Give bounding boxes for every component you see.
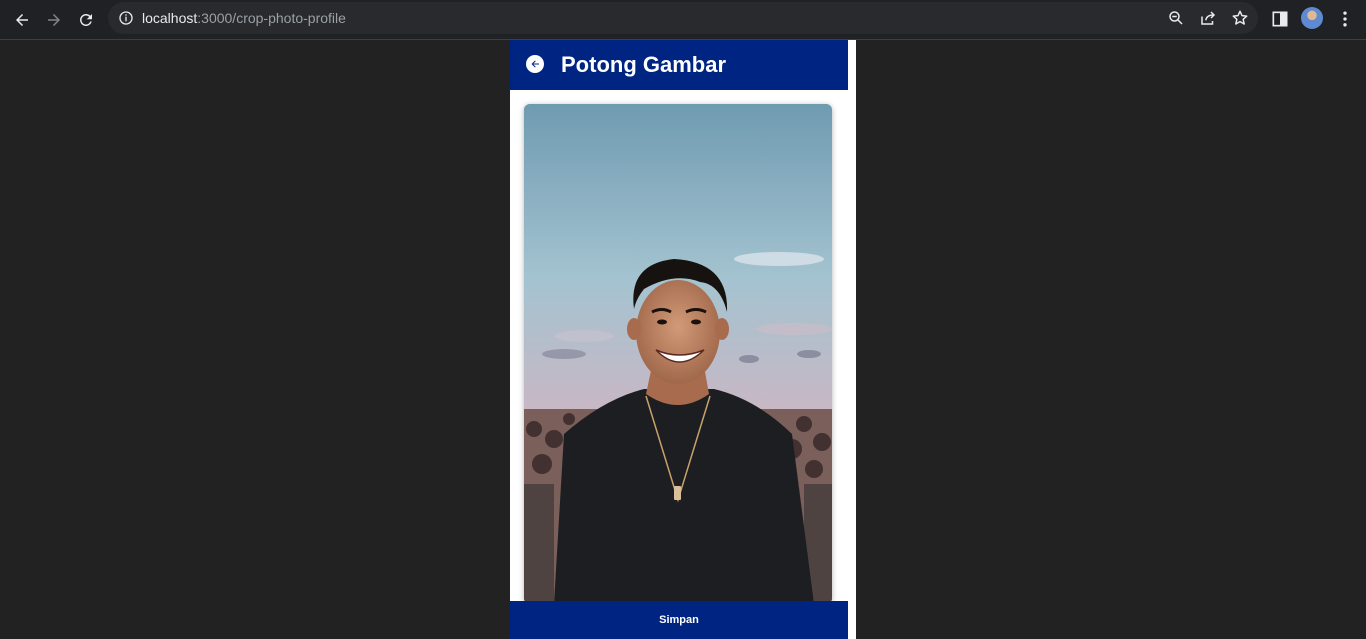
side-panel-icon[interactable] xyxy=(1270,9,1290,29)
save-button-label: Simpan xyxy=(659,614,699,626)
share-icon[interactable] xyxy=(1199,9,1217,27)
page-header: Potong Gambar xyxy=(510,40,848,90)
url-host: localhost xyxy=(142,10,198,26)
page-title: Potong Gambar xyxy=(561,52,727,77)
back-button[interactable] xyxy=(526,55,544,73)
app-container: Potong Gambar Simpan xyxy=(510,40,856,639)
reload-icon[interactable] xyxy=(72,6,100,34)
more-menu-icon[interactable] xyxy=(1335,9,1355,29)
scrollbar-track[interactable] xyxy=(848,40,856,639)
url-path: :3000/crop-photo-profile xyxy=(197,10,346,26)
profile-photo xyxy=(524,104,832,604)
site-info-icon[interactable] xyxy=(118,10,134,26)
back-arrow-icon[interactable] xyxy=(8,6,36,34)
profile-avatar[interactable] xyxy=(1301,7,1323,29)
bookmark-star-icon[interactable] xyxy=(1231,9,1249,27)
forward-arrow-icon[interactable] xyxy=(40,6,68,34)
address-bar[interactable]: localhost:3000/crop-photo-profile xyxy=(108,2,1258,34)
crop-photo-area[interactable] xyxy=(524,104,832,604)
url-text: localhost:3000/crop-photo-profile xyxy=(142,10,346,26)
zoom-icon[interactable] xyxy=(1167,9,1185,27)
arrow-left-icon xyxy=(531,60,539,68)
browser-toolbar: localhost:3000/crop-photo-profile xyxy=(0,0,1366,40)
save-button[interactable]: Simpan xyxy=(510,601,848,639)
